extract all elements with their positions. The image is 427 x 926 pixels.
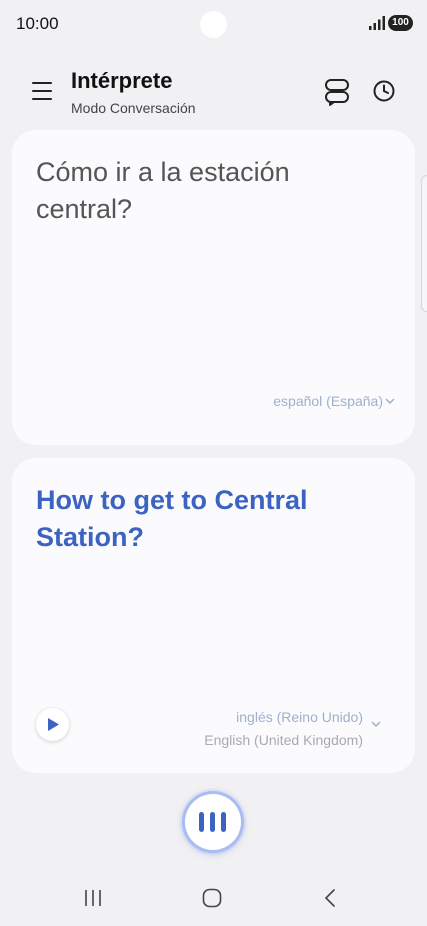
target-language-english: English (United Kingdom): [204, 732, 363, 748]
back-icon[interactable]: [323, 888, 337, 908]
signal-icon: [369, 16, 385, 30]
target-card[interactable]: How to get to Central Station? inglés (R…: [12, 458, 415, 773]
target-language-selector[interactable]: inglés (Reino Unido) English (United Kin…: [204, 706, 363, 752]
page-title: Intérprete: [71, 68, 173, 93]
chevron-down-icon[interactable]: [371, 720, 381, 728]
source-text[interactable]: Cómo ir a la estación central?: [36, 154, 386, 228]
recent-apps-icon[interactable]: [84, 888, 102, 908]
source-card[interactable]: Cómo ir a la estación central? español (…: [12, 130, 415, 445]
mic-button[interactable]: [185, 794, 241, 850]
menu-icon[interactable]: [32, 82, 52, 100]
status-time: 10:00: [16, 14, 59, 33]
voice-bars-icon: [199, 812, 227, 832]
home-icon[interactable]: [202, 888, 222, 908]
chevron-down-icon[interactable]: [385, 397, 395, 405]
history-clock-icon[interactable]: [372, 79, 396, 103]
source-language-selector[interactable]: español (España): [273, 393, 383, 409]
conversation-mode-icon[interactable]: [324, 78, 350, 106]
page-subtitle: Modo Conversación: [71, 100, 196, 116]
play-icon: [48, 718, 59, 731]
target-language-native: inglés (Reino Unido): [236, 709, 363, 725]
translated-text[interactable]: How to get to Central Station?: [36, 482, 386, 556]
play-audio-button[interactable]: [36, 708, 69, 741]
front-camera-cutout: [200, 11, 227, 38]
edge-panel-handle[interactable]: [421, 175, 427, 312]
battery-indicator: 100: [388, 15, 413, 31]
